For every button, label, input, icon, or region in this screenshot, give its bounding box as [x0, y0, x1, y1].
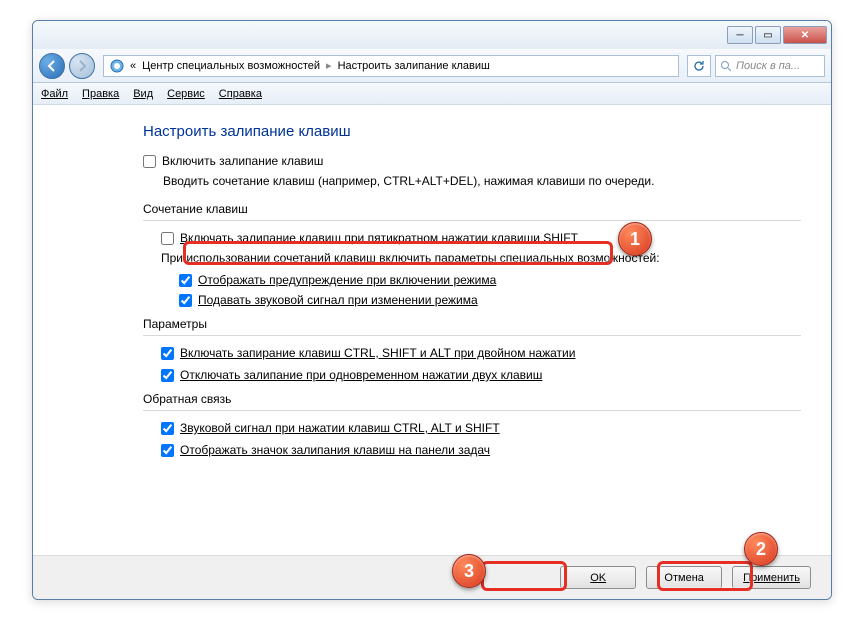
refresh-icon	[692, 59, 706, 73]
tray-checkbox[interactable]	[161, 444, 174, 457]
breadcrumb-item-center[interactable]: Центр специальных возможностей	[142, 60, 320, 72]
maximize-button[interactable]: ▭	[755, 26, 781, 44]
menu-tools[interactable]: Сервис	[167, 88, 205, 100]
tray-label[interactable]: Отображать значок залипания клавиш на па…	[180, 443, 490, 457]
unlock-label[interactable]: Отключать залипание при одновременном на…	[180, 368, 542, 382]
content-area: Настроить залипание клавиш Включить зали…	[33, 105, 831, 457]
breadcrumb[interactable]: « Центр специальных возможностей ▸ Настр…	[103, 55, 679, 77]
breadcrumb-prefix: «	[130, 60, 136, 72]
section-params-title: Параметры	[143, 317, 801, 331]
cancel-button[interactable]: Отмена	[646, 566, 722, 589]
navigation-bar: « Центр специальных возможностей ▸ Настр…	[33, 49, 831, 83]
titlebar: ─ ▭ ✕	[33, 21, 831, 49]
ok-button[interactable]: OK	[560, 566, 636, 589]
lock-checkbox[interactable]	[161, 347, 174, 360]
enable-sticky-checkbox[interactable]	[143, 155, 156, 168]
minimize-button[interactable]: ─	[727, 26, 753, 44]
close-button[interactable]: ✕	[783, 26, 827, 44]
menu-help[interactable]: Справка	[219, 88, 262, 100]
ease-of-access-icon	[110, 59, 124, 73]
search-icon	[720, 60, 732, 72]
section-shortcut-title: Сочетание клавиш	[143, 202, 801, 216]
back-button[interactable]	[39, 53, 65, 79]
enable-sticky-label[interactable]: Включить залипание клавиш	[162, 154, 323, 168]
sound-checkbox[interactable]	[179, 294, 192, 307]
annotation-badge-1: 1	[618, 222, 652, 256]
annotation-badge-3: 3	[452, 554, 486, 588]
beep-label[interactable]: Звуковой сигнал при нажатии клавиш CTRL,…	[180, 421, 500, 435]
section-divider-1	[143, 220, 801, 221]
menu-view[interactable]: Вид	[133, 88, 153, 100]
unlock-checkbox[interactable]	[161, 369, 174, 382]
search-input[interactable]: Поиск в па...	[715, 55, 825, 77]
lock-label[interactable]: Включать запирание клавиш CTRL, SHIFT и …	[180, 346, 575, 360]
refresh-button[interactable]	[687, 55, 711, 77]
dialog-footer: OK Отмена Применить	[33, 555, 831, 599]
forward-button[interactable]	[69, 53, 95, 79]
shift5-label[interactable]: Включать залипание клавиш при пятикратно…	[180, 231, 578, 245]
control-panel-window: ─ ▭ ✕ « Центр специальных возможностей ▸…	[32, 20, 832, 600]
warn-checkbox[interactable]	[179, 274, 192, 287]
section-divider-2	[143, 335, 801, 336]
search-placeholder: Поиск в па...	[736, 60, 800, 72]
warn-label[interactable]: Отображать предупреждение при включении …	[198, 273, 496, 287]
menu-edit[interactable]: Правка	[82, 88, 119, 100]
beep-checkbox[interactable]	[161, 422, 174, 435]
sound-label[interactable]: Подавать звуковой сигнал при изменении р…	[198, 293, 478, 307]
section-feedback-title: Обратная связь	[143, 392, 801, 406]
menu-bar: Файл Правка Вид Сервис Справка	[33, 83, 831, 105]
shift5-checkbox[interactable]	[161, 232, 174, 245]
shift5-subdesc: При использовании сочетаний клавиш включ…	[161, 251, 801, 265]
annotation-badge-2: 2	[744, 532, 778, 566]
menu-file[interactable]: Файл	[41, 88, 68, 100]
page-title: Настроить залипание клавиш	[143, 123, 801, 140]
breadcrumb-separator: ▸	[326, 59, 332, 72]
section-divider-3	[143, 410, 801, 411]
enable-sticky-desc: Вводить сочетание клавиш (например, CTRL…	[163, 174, 801, 188]
breadcrumb-item-sticky[interactable]: Настроить залипание клавиш	[338, 60, 490, 72]
apply-button[interactable]: Применить	[732, 566, 811, 589]
